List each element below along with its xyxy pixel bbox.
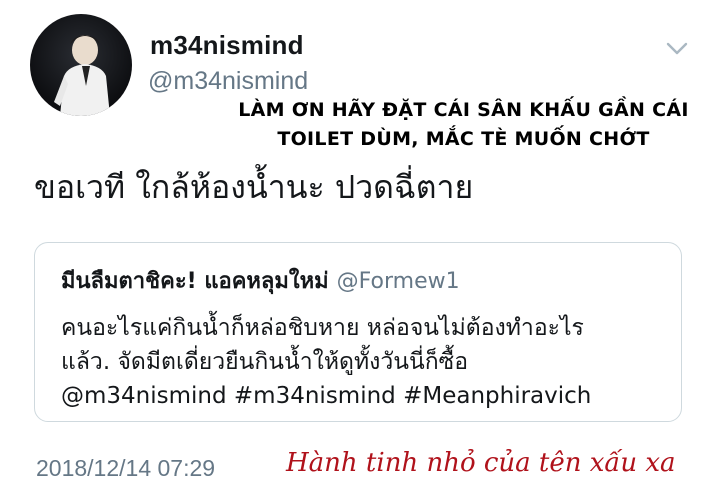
quoted-tweet[interactable]: มีนลืมตาชิคะ! แอคหลุมใหม่ @Formew1 คนอะไร… xyxy=(34,242,682,422)
tweet-text: ขอเวที ใกล้ห้องน้ำนะ ปวดฉี่ตาย xyxy=(34,168,474,206)
quoted-tweet-body: คนอะไรแค่กินน้ำก็หล่อชิบหาย หล่อจนไม่ต้อ… xyxy=(61,311,671,413)
watermark: Hành tinh nhỏ của tên xấu xa xyxy=(286,448,676,478)
chevron-down-icon[interactable] xyxy=(664,38,690,58)
quoted-author-handle[interactable]: @Formew1 xyxy=(337,269,460,294)
quoted-text-line: คนอะไรแค่กินน้ำก็หล่อชิบหาย หล่อจนไม่ต้อ… xyxy=(61,315,584,341)
avatar[interactable] xyxy=(30,14,132,116)
tweet-timestamp[interactable]: 2018/12/14 07:29 xyxy=(36,455,215,482)
quoted-text-line: @m34nismind #m34nismind #Meanphiravich xyxy=(61,383,592,409)
caption-line: TOILET DÙM, MẮC TÈ MUỐN CHỚT xyxy=(277,128,650,150)
caption-line: LÀM ƠN HÃY ĐẶT CÁI SÂN KHẤU GẦN CÁI xyxy=(238,99,689,121)
display-name[interactable]: m34nismind xyxy=(150,30,304,61)
user-handle[interactable]: @m34nismind xyxy=(148,67,308,96)
quoted-text-line: แล้ว. จัดมีตเดี่ยวยืนกินน้ำให้ดูทั้งวันน… xyxy=(61,349,469,375)
profile-photo xyxy=(54,35,110,116)
overlay-caption: LÀM ƠN HÃY ĐẶT CÁI SÂN KHẤU GẦN CÁI TOIL… xyxy=(226,96,701,154)
quoted-tweet-header: มีนลืมตาชิคะ! แอคหลุมใหม่ @Formew1 xyxy=(61,263,460,298)
quoted-author-name[interactable]: มีนลืมตาชิคะ! แอคหลุมใหม่ xyxy=(61,269,329,294)
